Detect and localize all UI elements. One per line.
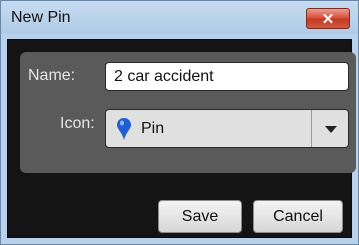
cancel-button[interactable]: Cancel (253, 200, 343, 233)
close-button[interactable]: ✕ (306, 8, 350, 29)
close-icon: ✕ (321, 10, 335, 28)
save-button[interactable]: Save (158, 200, 242, 233)
dropdown-divider (311, 110, 312, 147)
new-pin-dialog: New Pin ✕ Name: 2 car accident Icon: Pin… (0, 0, 359, 245)
pin-form: Name: 2 car accident Icon: Pin (20, 52, 356, 173)
name-label: Name: (28, 67, 76, 84)
icon-selected-value: Pin (141, 120, 165, 137)
dialog-body: Name: 2 car accident Icon: Pin Save Canc… (7, 39, 356, 238)
title-bar[interactable]: New Pin ✕ (1, 1, 358, 34)
chevron-down-icon[interactable] (325, 126, 337, 133)
name-input[interactable]: 2 car accident (105, 62, 349, 91)
dialog-title: New Pin (11, 9, 71, 26)
icon-dropdown[interactable]: Pin (105, 109, 349, 148)
pin-icon (117, 118, 131, 140)
icon-label: Icon: (60, 115, 95, 132)
